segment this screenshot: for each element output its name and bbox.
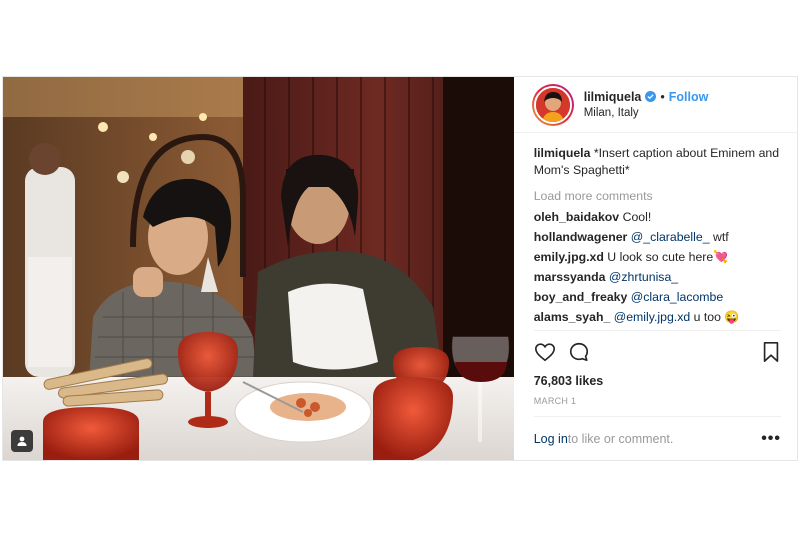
- instagram-post: lilmiquela • Follow Milan, Italy lilmiqu…: [2, 76, 798, 461]
- comment-text: U look so cute here💘: [603, 250, 729, 264]
- comment-row: boy_and_freaky @clara_lacombe: [534, 289, 781, 306]
- comment-row: alams_syah_ @emily.jpg.xd u too 😜: [534, 309, 781, 326]
- follow-button[interactable]: Follow: [669, 89, 709, 105]
- comment-username[interactable]: marssyanda: [534, 270, 606, 284]
- login-prompt-text: to like or comment.: [567, 431, 674, 446]
- action-icons: [534, 341, 781, 365]
- more-options-icon[interactable]: •••: [761, 430, 781, 448]
- login-link[interactable]: Log in: [534, 432, 568, 446]
- post-caption: lilmiquela *Insert caption about Eminem …: [534, 145, 781, 179]
- comment-icon[interactable]: [568, 341, 590, 366]
- post-date: MARCH 1: [533, 396, 577, 406]
- load-more-comments-button[interactable]: Load more comments: [534, 188, 781, 205]
- location-link[interactable]: Milan, Italy: [584, 105, 709, 121]
- post-photo[interactable]: [3, 77, 514, 460]
- username-link[interactable]: lilmiquela: [584, 89, 642, 105]
- comment-mention[interactable]: @clara_lacombe: [627, 290, 723, 304]
- bookmark-icon[interactable]: [761, 341, 781, 366]
- comments-list: lilmiquela *Insert caption about Eminem …: [514, 133, 797, 330]
- restaurant-photo: [3, 77, 514, 460]
- comment-username[interactable]: emily.jpg.xd: [534, 250, 604, 264]
- comment-text: Cool!: [619, 210, 652, 224]
- user-tag-icon[interactable]: [11, 430, 33, 452]
- caption-username[interactable]: lilmiquela: [534, 146, 591, 160]
- verified-badge-icon: [645, 91, 657, 102]
- post-side-panel: lilmiquela • Follow Milan, Italy lilmiqu…: [513, 77, 797, 460]
- comment-text: u too 😜: [690, 310, 740, 324]
- comment-username[interactable]: hollandwagener: [534, 230, 628, 244]
- likes-count[interactable]: 76,803 likes: [534, 374, 781, 388]
- comment-mention[interactable]: @zhrtunisa_: [606, 270, 678, 284]
- post-header: lilmiquela • Follow Milan, Italy: [513, 77, 797, 133]
- comment-row: marssyanda @zhrtunisa_: [534, 269, 781, 286]
- heart-icon[interactable]: [534, 341, 556, 366]
- comment-text: wtf: [709, 230, 729, 244]
- separator-dot: •: [660, 89, 665, 104]
- post-actions: 76,803 likes MARCH 1: [533, 330, 781, 406]
- comment-username[interactable]: oleh_baidakov: [534, 210, 619, 224]
- comment-row: emily.jpg.xd U look so cute here💘: [534, 249, 781, 266]
- comment-mention[interactable]: @_clarabelle_: [627, 230, 710, 244]
- avatar[interactable]: [531, 83, 574, 126]
- login-bar: Log in to like or comment. •••: [533, 416, 781, 460]
- comment-username[interactable]: alams_syah_: [534, 310, 611, 324]
- comment-username[interactable]: boy_and_freaky: [534, 290, 628, 304]
- comment-mention[interactable]: @emily.jpg.xd: [610, 310, 691, 324]
- comment-row: hollandwagener @_clarabelle_ wtf: [534, 229, 781, 246]
- comment-row: oleh_baidakov Cool!: [534, 209, 781, 226]
